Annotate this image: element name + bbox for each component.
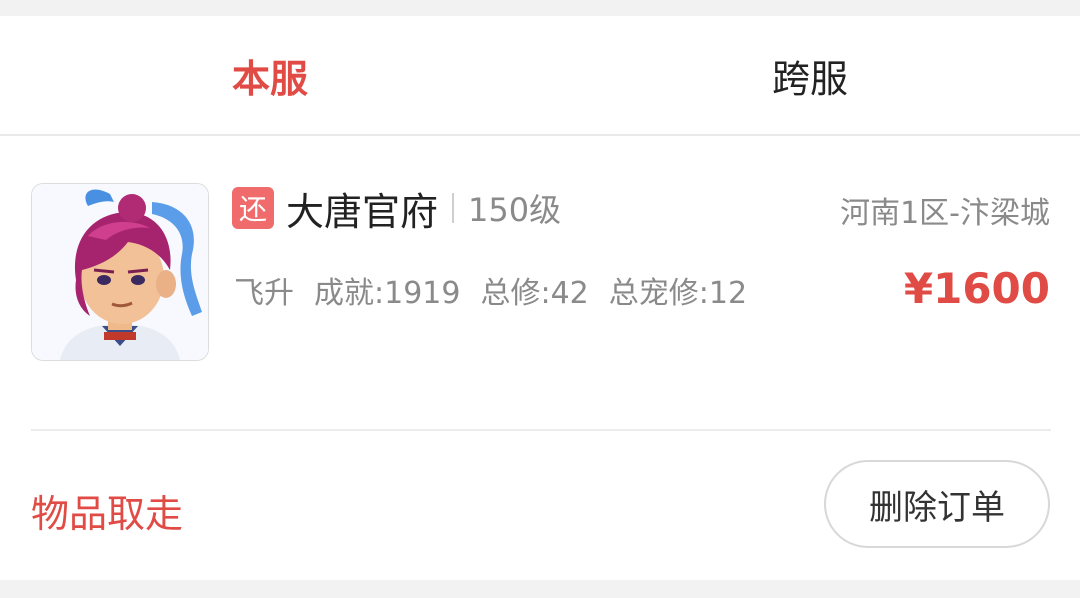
character-avatar [31,183,209,361]
character-school: 大唐官府 [286,189,439,234]
tab-local-server[interactable]: 本服 [0,16,540,134]
stat-total-cultivation: 总修:42 [480,276,589,311]
order-card[interactable]: 还 大唐官府 150级 河南1区-汴梁城 飞升 成就:1919 总修:42 总宠… [0,136,1080,580]
return-badge: 还 [232,187,274,229]
order-price: ¥1600 [903,264,1050,313]
title-divider [452,193,455,223]
stat-ascension: 飞升 [234,276,294,311]
character-stats: 飞升 成就:1919 总修:42 总宠修:12 [234,268,747,312]
server-name: 河南1区-汴梁城 [840,196,1050,231]
stat-achievement: 成就:1919 [314,276,461,311]
card-divider [31,429,1051,431]
order-title-row: 还 大唐官府 150级 [232,186,562,234]
delete-order-button[interactable]: 删除订单 [824,460,1050,548]
server-tabs: 本服 跨服 [0,16,1080,136]
order-status: 物品取走 [31,492,184,536]
stat-pet-cultivation: 总宠修:12 [608,276,748,311]
tab-cross-server[interactable]: 跨服 [540,16,1080,134]
character-portrait-icon [32,184,208,360]
character-level: 150级 [468,191,562,229]
order-list-page: 本服 跨服 还 大唐官府 150级 河南1区-汴梁城 飞升 成就:1919 总修… [0,0,1080,598]
